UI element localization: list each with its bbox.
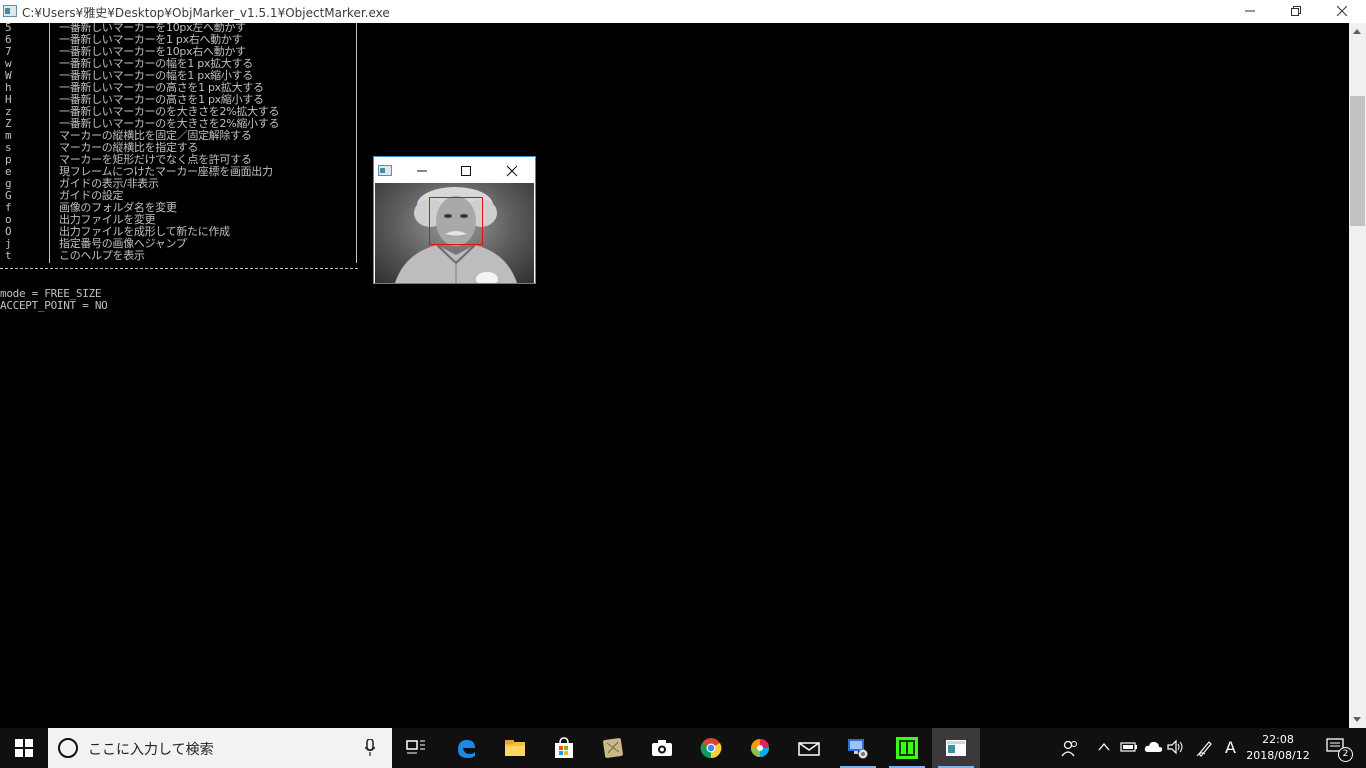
windows-logo-icon: [15, 739, 33, 757]
show-hidden-icons-button[interactable]: [1093, 728, 1117, 768]
battery-button[interactable]: [1117, 728, 1141, 768]
notification-count-badge: 2: [1338, 747, 1353, 762]
pen-icon: [1196, 741, 1212, 757]
onedrive-button[interactable]: [1141, 728, 1165, 768]
image-window-maximize-button[interactable]: [458, 163, 474, 177]
taskbar: ここに入力して検索 A 22:08 2018/08/12 2: [0, 728, 1366, 768]
help-description: このヘルプを表示: [59, 249, 145, 262]
taskbar-objectmarker[interactable]: [932, 728, 980, 768]
edge-browser-icon: [458, 740, 475, 758]
taskbar-store[interactable]: [540, 728, 588, 768]
speaker-icon: [1167, 739, 1183, 755]
dashed-divider: [0, 268, 358, 269]
ime-indicator[interactable]: A: [1225, 738, 1236, 757]
window-title-bar[interactable]: C:¥Users¥雅史¥Desktop¥ObjMarker_v1.5.1¥Obj…: [0, 0, 1366, 23]
cloud-icon: [1144, 741, 1163, 752]
image-window-close-button[interactable]: [504, 163, 520, 177]
chrome-icon: [700, 738, 722, 759]
task-view-button[interactable]: [392, 728, 440, 768]
table-separator-right: [356, 23, 357, 263]
volume-button[interactable]: [1164, 728, 1188, 768]
portrait-image[interactable]: [375, 183, 534, 283]
microphone-icon: [365, 739, 375, 756]
task-view-icon: [406, 740, 425, 754]
taskbar-search-box[interactable]: ここに入力して検索: [48, 728, 392, 768]
pen-workspace-button[interactable]: [1193, 728, 1217, 768]
table-separator-left: [49, 23, 50, 263]
folder-icon: [505, 740, 525, 756]
taskbar-chrome[interactable]: [687, 728, 735, 768]
map-icon: [603, 738, 623, 758]
console-output[interactable]: 5 一番新しいマーカーを10px左へ動かす 6 一番新しいマーカーを1 px右へ動かす…: [0, 23, 1349, 728]
window-title: C:¥Users¥雅史¥Desktop¥ObjMarker_v1.5.1¥Obj…: [22, 6, 390, 20]
remote-desktop-icon: [848, 739, 868, 759]
close-icon: [506, 165, 518, 177]
chevron-up-icon: [1098, 742, 1110, 751]
marker-rectangle[interactable]: [429, 197, 483, 245]
maximize-icon: [461, 166, 471, 176]
scroll-down-arrow-icon[interactable]: [1353, 717, 1361, 722]
vertical-scrollbar[interactable]: [1349, 23, 1366, 728]
clock-date: 2018/08/12: [1246, 749, 1310, 762]
minimize-button[interactable]: [1227, 0, 1273, 23]
clock-time: 22:08: [1262, 733, 1294, 746]
scroll-up-arrow-icon[interactable]: [1353, 29, 1361, 34]
taskbar-maps-app[interactable]: [589, 728, 637, 768]
search-placeholder: ここに入力して検索: [88, 742, 214, 758]
green-app-icon: [896, 737, 918, 759]
color-wheel-icon: [751, 739, 769, 757]
image-window-minimize-button[interactable]: [414, 163, 430, 177]
taskbar-camera[interactable]: [638, 728, 686, 768]
people-icon: [1061, 740, 1077, 757]
people-button[interactable]: [1058, 728, 1082, 768]
minimize-icon: [1245, 10, 1255, 12]
console-window-icon: [946, 740, 966, 756]
store-bag-icon: [555, 737, 573, 758]
start-button[interactable]: [0, 728, 48, 768]
action-center-button[interactable]: 2: [1318, 728, 1358, 768]
taskbar-edge[interactable]: [442, 728, 490, 768]
cortana-icon[interactable]: [58, 738, 78, 758]
restore-button[interactable]: [1273, 0, 1319, 23]
taskbar-clock[interactable]: 22:08 2018/08/12: [1244, 732, 1312, 764]
taskbar-remote-desktop[interactable]: [834, 728, 882, 768]
image-window-icon: [378, 165, 392, 176]
help-key: t: [5, 249, 12, 262]
restore-icon: [1291, 6, 1301, 16]
taskbar-mail[interactable]: [785, 728, 833, 768]
taskbar-green-app[interactable]: [883, 728, 931, 768]
close-icon: [1337, 6, 1347, 16]
battery-icon: [1120, 742, 1137, 752]
scroll-thumb[interactable]: [1350, 96, 1365, 226]
taskbar-colorful-app[interactable]: [736, 728, 784, 768]
console-app-icon[interactable]: [3, 5, 17, 17]
close-button[interactable]: [1319, 0, 1365, 23]
accept-point-status: ACCEPT_POINT = NO: [0, 299, 108, 312]
camera-icon: [652, 740, 672, 756]
taskbar-file-explorer[interactable]: [491, 728, 539, 768]
minimize-icon: [417, 170, 427, 172]
image-viewer-window[interactable]: [373, 156, 536, 284]
mail-icon: [798, 742, 820, 756]
